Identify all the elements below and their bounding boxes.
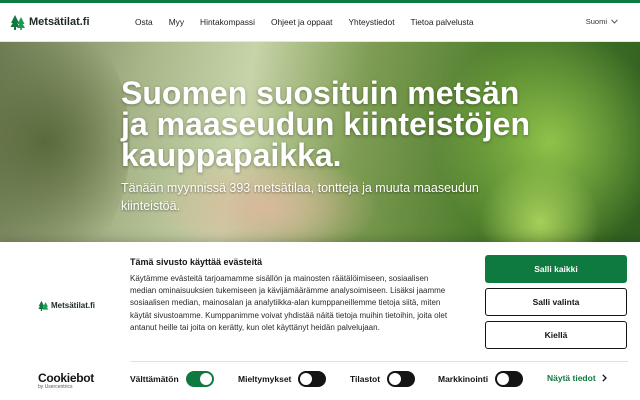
show-details-link[interactable]: Näytä tiedot (547, 373, 607, 383)
switch-knob (389, 373, 402, 385)
tree-logo-icon (10, 15, 25, 30)
toggle-necessary-label: Välttämätön (130, 374, 179, 384)
cookie-consent-banner: Metsätilat.fi Cookiebot by Usercentrics … (0, 242, 640, 400)
site-header: Metsätilat.fi Osta Myy Hintakompassi Ohj… (0, 3, 640, 42)
allow-selection-button[interactable]: Salli valinta (485, 288, 627, 316)
allow-all-button[interactable]: Salli kaikki (485, 255, 627, 283)
toggle-preferences-switch[interactable] (298, 371, 327, 387)
chevron-right-icon (601, 374, 607, 382)
main-nav: Osta Myy Hintakompassi Ohjeet ja oppaat … (135, 17, 490, 27)
switch-knob (300, 373, 313, 385)
cookiebot-logo[interactable]: Cookiebot by Usercentrics (38, 371, 94, 390)
nav-item-ohjeet[interactable]: Ohjeet ja oppaat (271, 17, 332, 27)
deny-button[interactable]: Kiellä (485, 321, 627, 349)
cookie-title: Tämä sivusto käyttää evästeitä (130, 257, 263, 267)
toggle-statistics-label: Tilastot (350, 374, 381, 384)
cookie-site-logo: Metsätilat.fi (38, 300, 95, 311)
nav-item-myy[interactable]: Myy (169, 17, 184, 27)
logo-text: Metsätilat.fi (29, 16, 90, 28)
toggle-preferences-label: Mieltymykset (238, 374, 292, 384)
toggle-necessary: Välttämätön (130, 371, 214, 387)
toggle-preferences: Mieltymykset (238, 371, 327, 387)
cookie-category-toggles: Välttämätön Mieltymykset Tilastot Markki… (130, 371, 630, 389)
hero-title: Suomen suosituin metsän ja maaseudun kii… (121, 75, 530, 173)
toggle-statistics: Tilastot (350, 371, 416, 387)
hero-background-foliage (0, 42, 130, 242)
toggle-marketing: Markkinointi (438, 371, 524, 387)
language-selector[interactable]: Suomi (586, 17, 618, 26)
tree-logo-icon (38, 300, 49, 311)
chevron-down-icon (611, 19, 618, 24)
hero-subtitle: Tänään myynnissä 393 metsätilaa, tonttej… (121, 181, 479, 213)
nav-item-tietoa[interactable]: Tietoa palvelusta (411, 17, 474, 27)
cookie-description: Käytämme evästeitä tarjoamamme sisällön … (130, 274, 448, 332)
toggle-statistics-switch[interactable] (387, 371, 416, 387)
site-logo[interactable]: Metsätilat.fi (10, 14, 135, 30)
switch-knob (199, 373, 212, 385)
nav-item-hintakompassi[interactable]: Hintakompassi (200, 17, 255, 27)
cookiebot-brand: Cookiebot (38, 371, 94, 385)
language-label: Suomi (585, 17, 607, 26)
cookie-logo-text: Metsätilat.fi (51, 301, 96, 310)
nav-item-osta[interactable]: Osta (135, 17, 153, 27)
switch-knob (497, 373, 510, 385)
toggle-marketing-switch[interactable] (495, 371, 524, 387)
show-details-label: Näytä tiedot (547, 373, 596, 383)
cookie-divider (130, 361, 628, 362)
hero-banner: Suomen suosituin metsän ja maaseudun kii… (0, 42, 640, 242)
nav-item-yhteystiedot[interactable]: Yhteystiedot (348, 17, 394, 27)
toggle-necessary-switch[interactable] (185, 371, 214, 387)
toggle-marketing-label: Markkinointi (438, 374, 489, 384)
